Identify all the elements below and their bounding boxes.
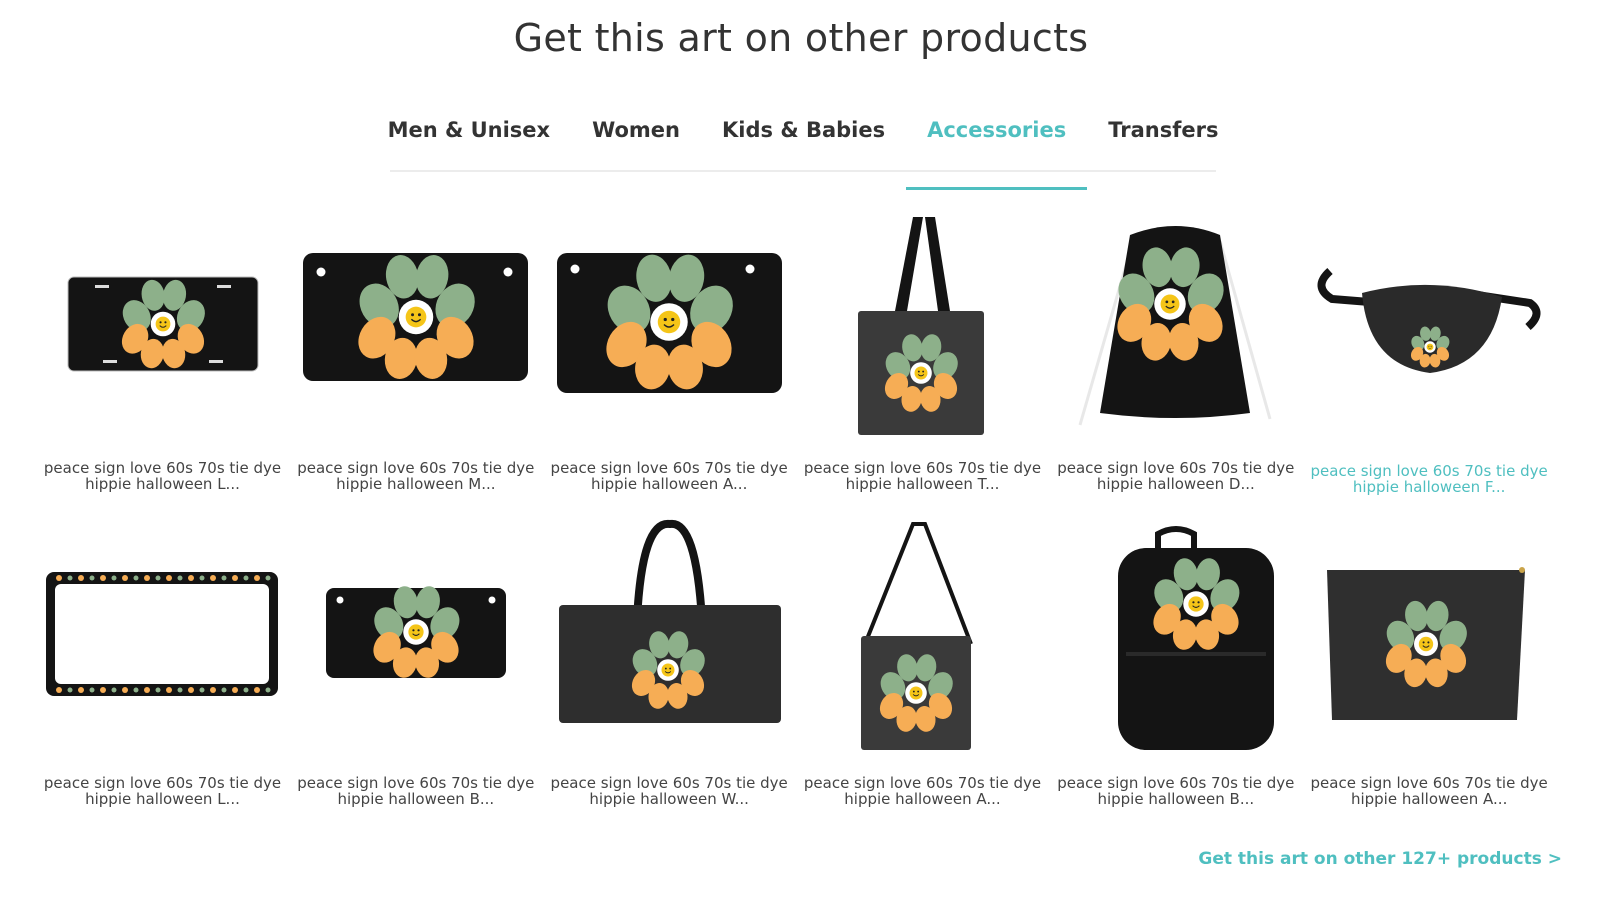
- product-caption[interactable]: peace sign love 60s 70s tie dye hippie h…: [1048, 775, 1303, 807]
- product-caption[interactable]: peace sign love 60s 70s tie dye hippie h…: [288, 460, 543, 492]
- product-card[interactable]: peace sign love 60s 70s tie dye hippie h…: [288, 520, 541, 835]
- product-card[interactable]: peace sign love 60s 70s tie dye hippie h…: [1302, 205, 1555, 520]
- tab-kids-babies[interactable]: Kids & Babies: [701, 108, 906, 170]
- product-card[interactable]: peace sign love 60s 70s tie dye hippie h…: [1048, 520, 1301, 835]
- page-title: Get this art on other products: [513, 16, 1089, 60]
- product-caption[interactable]: peace sign love 60s 70s tie dye hippie h…: [35, 775, 290, 807]
- drawstring-bag-icon: [1048, 205, 1303, 445]
- product-card[interactable]: peace sign love 60s 70s tie dye hippie h…: [1302, 520, 1555, 835]
- backpack-icon: [1048, 520, 1303, 760]
- fanny-pack-icon: [1302, 205, 1557, 445]
- product-caption[interactable]: peace sign love 60s 70s tie dye hippie h…: [35, 460, 290, 492]
- product-caption[interactable]: peace sign love 60s 70s tie dye hippie h…: [1048, 460, 1303, 492]
- tab-men-unisex[interactable]: Men & Unisex: [367, 108, 572, 170]
- aluminum-sign-icon: [542, 205, 797, 445]
- crossbody-tote-icon: [795, 520, 1050, 760]
- product-caption[interactable]: peace sign love 60s 70s tie dye hippie h…: [1302, 775, 1557, 807]
- tab-accessories[interactable]: Accessories: [906, 108, 1088, 190]
- product-caption[interactable]: peace sign love 60s 70s tie dye hippie h…: [795, 460, 1050, 492]
- more-products-link[interactable]: Get this art on other 127+ products >: [1198, 849, 1562, 869]
- motorcycle-plate-icon: [288, 205, 543, 445]
- tab-women[interactable]: Women: [571, 108, 701, 170]
- product-category-tabs: Men & Unisex Women Kids & Babies Accesso…: [388, 108, 1218, 190]
- product-row: peace sign love 60s 70s tie dye hippie h…: [35, 519, 1555, 835]
- product-card[interactable]: peace sign love 60s 70s tie dye hippie h…: [542, 205, 795, 520]
- license-plate-small-icon: [35, 205, 290, 445]
- tab-transfers[interactable]: Transfers: [1087, 108, 1239, 170]
- product-grid: peace sign love 60s 70s tie dye hippie h…: [35, 205, 1555, 835]
- license-plate-frame-icon: [35, 520, 290, 760]
- product-card[interactable]: peace sign love 60s 70s tie dye hippie h…: [35, 520, 288, 835]
- product-caption[interactable]: peace sign love 60s 70s tie dye hippie h…: [542, 775, 797, 807]
- product-card[interactable]: peace sign love 60s 70s tie dye hippie h…: [542, 519, 797, 835]
- product-caption[interactable]: peace sign love 60s 70s tie dye hippie h…: [542, 460, 797, 492]
- product-caption[interactable]: peace sign love 60s 70s tie dye hippie h…: [1302, 463, 1557, 495]
- product-card[interactable]: peace sign love 60s 70s tie dye hippie h…: [795, 205, 1048, 520]
- product-card[interactable]: peace sign love 60s 70s tie dye hippie h…: [35, 205, 288, 520]
- product-card[interactable]: peace sign love 60s 70s tie dye hippie h…: [795, 520, 1048, 835]
- product-caption[interactable]: peace sign love 60s 70s tie dye hippie h…: [288, 775, 543, 807]
- pouch-icon: [1302, 520, 1557, 760]
- product-card[interactable]: peace sign love 60s 70s tie dye hippie h…: [288, 205, 541, 520]
- weekender-bag-icon: [542, 519, 797, 760]
- tote-bag-icon: [795, 205, 1050, 445]
- product-row: peace sign love 60s 70s tie dye hippie h…: [35, 205, 1555, 520]
- product-caption[interactable]: peace sign love 60s 70s tie dye hippie h…: [795, 775, 1050, 807]
- bicycle-plate-icon: [288, 520, 543, 760]
- product-card[interactable]: peace sign love 60s 70s tie dye hippie h…: [1048, 205, 1301, 520]
